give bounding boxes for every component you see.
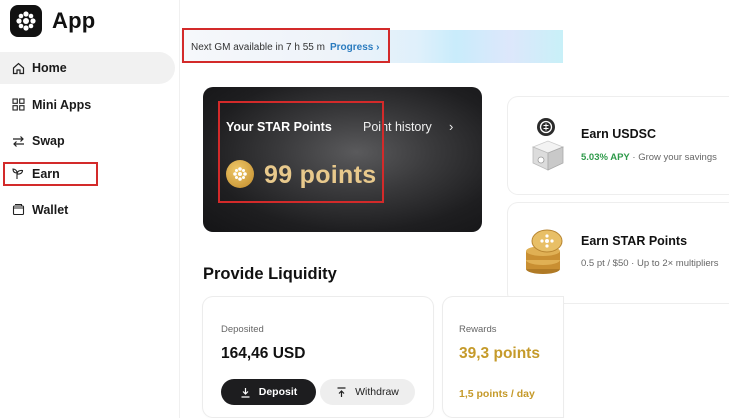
download-icon xyxy=(240,387,251,398)
app-logo[interactable]: App xyxy=(10,5,95,37)
apy-value: 5.03% APY xyxy=(581,152,630,163)
app-title: App xyxy=(52,8,96,33)
home-icon xyxy=(11,61,25,75)
withdraw-button[interactable]: Withdraw xyxy=(320,379,415,405)
rewards-rate: 1,5 points / day xyxy=(459,388,535,400)
earn-usdsc-title: Earn USDSC xyxy=(581,127,657,141)
provide-liquidity-title: Provide Liquidity xyxy=(203,265,337,283)
sidebar: App Home Mini Apps Swap Earn Wallet xyxy=(0,0,180,418)
wallet-icon xyxy=(11,203,25,217)
chevron-right-icon[interactable]: › xyxy=(449,119,453,134)
sidebar-item-label: Home xyxy=(32,61,67,75)
grid-icon xyxy=(11,98,25,112)
sidebar-item-home[interactable]: Home xyxy=(0,52,175,84)
sidebar-item-mini-apps[interactable]: Mini Apps xyxy=(0,89,175,121)
rewards-label: Rewards xyxy=(459,324,497,335)
sidebar-item-label: Mini Apps xyxy=(32,97,92,112)
usdsc-vault-icon xyxy=(527,116,569,174)
sidebar-item-label: Wallet xyxy=(32,202,69,217)
earn-star-points-subtitle: 0.5 pt / $50 · Up to 2× multipliers xyxy=(581,258,719,269)
sidebar-nav: Home Mini Apps Swap Earn Wallet xyxy=(0,52,175,230)
app-logo-icon xyxy=(10,5,42,37)
deposit-button-label: Deposit xyxy=(258,386,298,398)
gold-coins-icon xyxy=(521,227,571,277)
highlight-box xyxy=(182,28,390,63)
sidebar-item-label: Swap xyxy=(32,134,65,148)
withdraw-button-label: Withdraw xyxy=(355,386,399,398)
earn-usdsc-subtitle: 5.03% APY · Grow your savings xyxy=(581,152,717,163)
sidebar-item-earn[interactable]: Earn xyxy=(3,161,98,186)
earn-star-points-title: Earn STAR Points xyxy=(581,234,688,248)
upload-icon xyxy=(336,386,347,398)
rewards-value: 39,3 points xyxy=(459,345,540,362)
sidebar-item-label: Earn xyxy=(32,166,60,181)
deposited-value: 164,46 USD xyxy=(221,345,306,362)
highlight-box xyxy=(218,101,384,203)
deposited-label: Deposited xyxy=(221,324,264,335)
sprout-icon xyxy=(11,167,25,181)
swap-icon xyxy=(11,134,25,148)
deposit-button[interactable]: Deposit xyxy=(221,379,316,405)
sidebar-item-wallet[interactable]: Wallet xyxy=(0,194,175,226)
earn-usdsc-desc: · Grow your savings xyxy=(629,152,717,163)
sidebar-item-swap[interactable]: Swap xyxy=(0,125,175,157)
